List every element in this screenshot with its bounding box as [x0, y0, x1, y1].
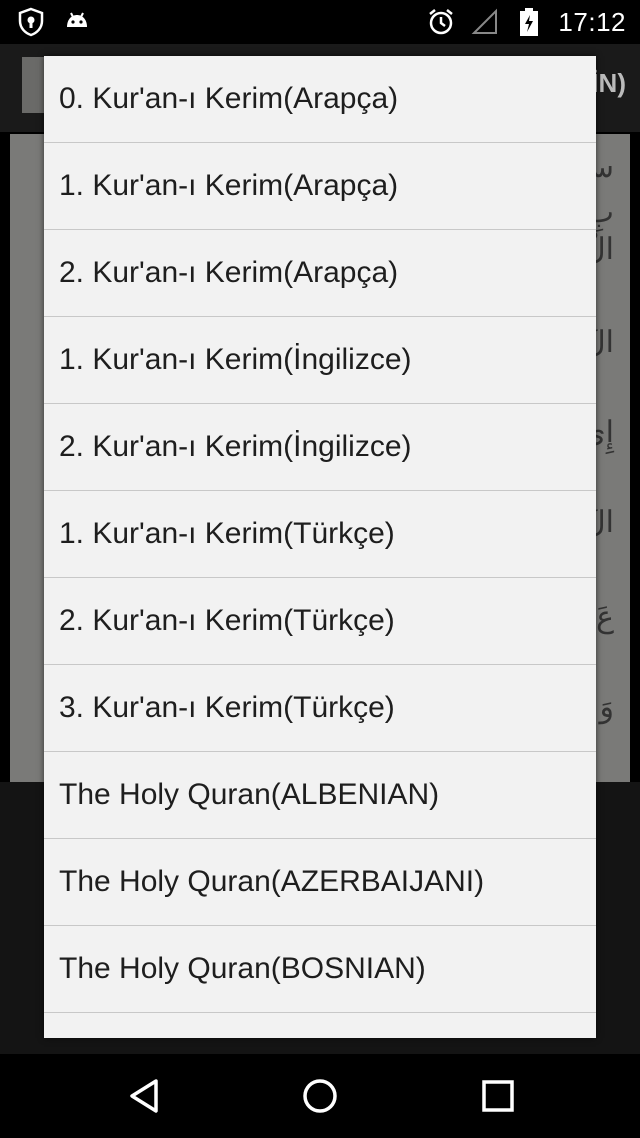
back-icon[interactable]: [124, 1076, 164, 1116]
arabic-text-fragment: عَ: [596, 600, 614, 635]
list-item-label: The Holy Quran(AZERBAIJANI): [59, 865, 485, 898]
list-item[interactable]: 1. Kur'an-ı Kerim(Arapça): [44, 143, 596, 230]
translation-select-dialog: 0. Kur'an-ı Kerim(Arapça) 1. Kur'an-ı Ke…: [44, 56, 596, 1038]
list-item-label: 1. Kur'an-ı Kerim(İngilizce): [59, 343, 412, 376]
android-icon: [62, 6, 92, 38]
list-item[interactable]: 1. Kur'an-ı Kerim(İngilizce): [44, 317, 596, 404]
list-item-label: 2. Kur'an-ı Kerim(İngilizce): [59, 430, 412, 463]
list-item[interactable]: The Holy Quran(AZERBAIJANI): [44, 839, 596, 926]
list-item[interactable]: 2. Kur'an-ı Kerim(Arapça): [44, 230, 596, 317]
list-item-label: 2. Kur'an-ı Kerim(Arapça): [59, 256, 399, 289]
list-item-label: 3. Kur'an-ı Kerim(Türkçe): [59, 691, 395, 724]
recents-icon[interactable]: [478, 1076, 518, 1116]
clock-text: 17:12: [558, 6, 626, 37]
list-item[interactable]: [44, 1013, 596, 1038]
list-item-label: 0. Kur'an-ı Kerim(Arapça): [59, 82, 399, 115]
list-item[interactable]: 3. Kur'an-ı Kerim(Türkçe): [44, 665, 596, 752]
list-item[interactable]: The Holy Quran(BOSNIAN): [44, 926, 596, 1013]
list-item[interactable]: 2. Kur'an-ı Kerim(İngilizce): [44, 404, 596, 491]
list-item-label: 1. Kur'an-ı Kerim(Arapça): [59, 169, 399, 202]
app-title: İN): [591, 68, 626, 98]
alarm-icon: [426, 6, 456, 38]
list-item-label: 1. Kur'an-ı Kerim(Türkçe): [59, 517, 395, 550]
list-item[interactable]: 1. Kur'an-ı Kerim(Türkçe): [44, 491, 596, 578]
list-item[interactable]: 2. Kur'an-ı Kerim(Türkçe): [44, 578, 596, 665]
list-item-label: 2. Kur'an-ı Kerim(Türkçe): [59, 604, 395, 637]
arabic-text-fragment: وَ: [599, 690, 615, 725]
shield-icon: [16, 6, 46, 38]
list-item-label: The Holy Quran(ALBENIAN): [59, 778, 440, 811]
home-icon[interactable]: [300, 1076, 340, 1116]
battery-icon: [514, 6, 544, 38]
navigation-bar: [0, 1054, 640, 1138]
list-item[interactable]: The Holy Quran(ALBENIAN): [44, 752, 596, 839]
status-bar: 17:12: [0, 0, 640, 44]
list-item-label: The Holy Quran(BOSNIAN): [59, 952, 426, 985]
list-item[interactable]: 0. Kur'an-ı Kerim(Arapça): [44, 56, 596, 143]
signal-icon: [470, 6, 500, 38]
